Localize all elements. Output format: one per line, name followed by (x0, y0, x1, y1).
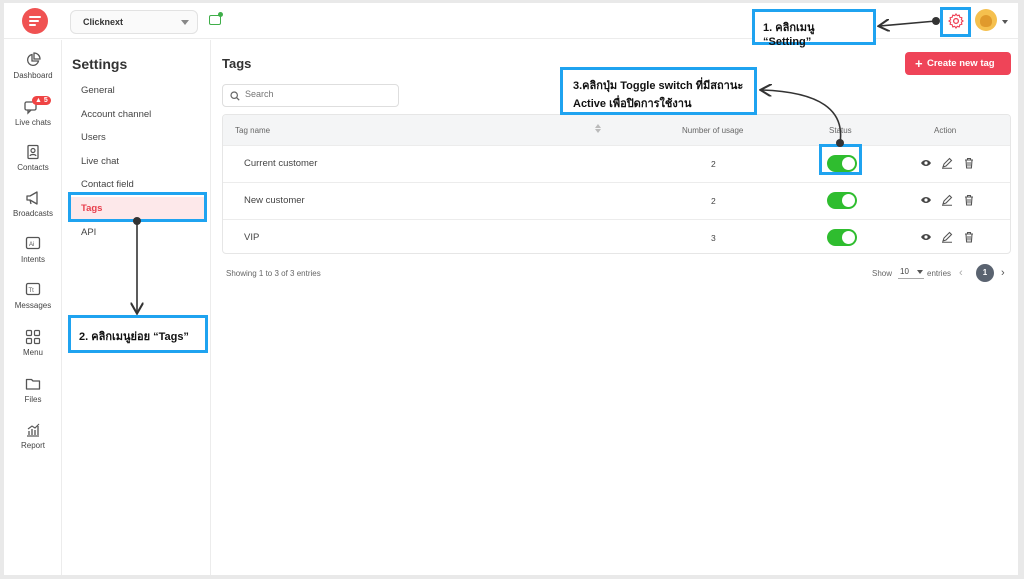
arrow-step-2 (133, 217, 141, 312)
annotation-arrows (0, 17, 940, 579)
arrow-step-3 (762, 90, 844, 147)
arrow-step-1 (880, 17, 940, 26)
